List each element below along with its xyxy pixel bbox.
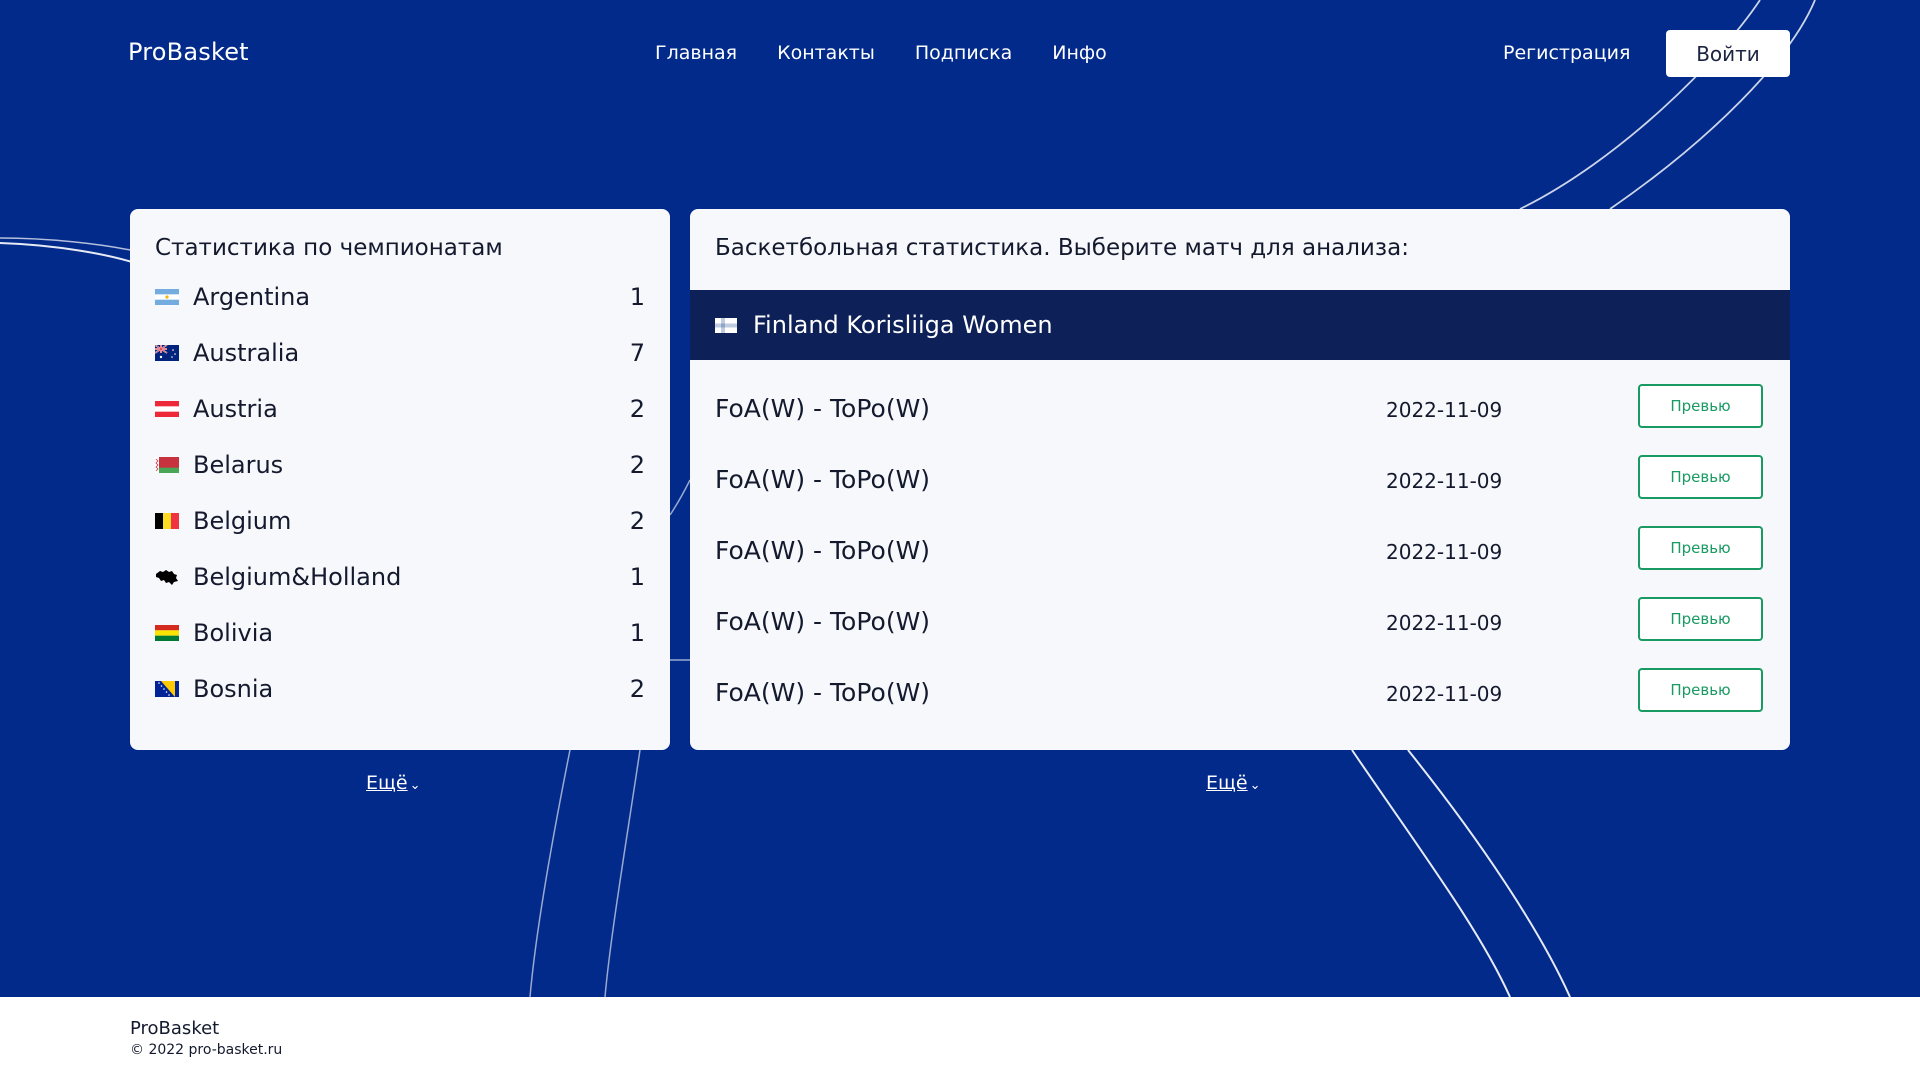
championship-count: 2 [629,507,645,535]
championship-item-belgium-holland[interactable]: Belgium&Holland 1 [155,549,645,605]
more-label: Ещё [366,772,408,794]
championship-count: 1 [629,563,645,591]
preview-button[interactable]: Превью [1638,597,1763,641]
match-teams: FoA(W) - ToPo(W) [715,394,931,423]
australia-flag-icon [154,344,179,361]
match-teams: FoA(W) - ToPo(W) [715,607,931,636]
belgium-flag-icon [155,513,179,529]
map-silhouette-icon [155,569,179,585]
match-row[interactable]: FoA(W) - ToPo(W) 2022-11-09 Превью [690,660,1790,731]
match-date: 2022-11-09 [1386,469,1503,493]
chevron-down-icon: ⌄ [1249,778,1261,793]
championship-count: 1 [629,283,645,311]
championships-card: Статистика по чемпионатам Argentina 1 Au… [130,209,670,750]
championships-title: Статистика по чемпионатам [155,235,503,261]
match-date: 2022-11-09 [1386,611,1503,635]
championship-name: Australia [193,339,300,367]
nav-link-info[interactable]: Инфо [1052,42,1107,64]
belarus-flag-icon [155,457,179,473]
argentina-flag-icon [155,289,179,305]
more-label: Ещё [1206,772,1248,794]
championships-list: Argentina 1 Australia 7 Austria 2 Belaru… [154,269,645,717]
match-row[interactable]: FoA(W) - ToPo(W) 2022-11-09 Превью [690,589,1790,660]
bolivia-flag-icon [155,625,179,641]
match-row[interactable]: FoA(W) - ToPo(W) 2022-11-09 Превью [690,518,1790,589]
nav-link-home[interactable]: Главная [655,42,737,64]
championship-item-bosnia[interactable]: Bosnia 2 [155,661,645,717]
match-date: 2022-11-09 [1386,682,1503,706]
matches-more-link[interactable]: Ещё ⌄ [1206,772,1261,794]
championship-count: 1 [629,619,645,647]
championship-name: Belgium [193,507,292,535]
preview-button[interactable]: Превью [1638,668,1763,712]
register-link[interactable]: Регистрация [1503,42,1630,64]
championship-name: Austria [193,395,278,423]
nav-link-contacts[interactable]: Контакты [777,42,875,64]
austria-flag-icon [155,401,179,417]
match-row[interactable]: FoA(W) - ToPo(W) 2022-11-09 Превью [690,376,1790,447]
championship-item-argentina[interactable]: Argentina 1 [155,269,645,325]
preview-button[interactable]: Превью [1638,384,1763,428]
preview-button[interactable]: Превью [1638,455,1763,499]
championship-item-belarus[interactable]: Belarus 2 [155,437,645,493]
footer-brand: ProBasket [130,1018,220,1039]
match-date: 2022-11-09 [1386,540,1503,564]
match-teams: FoA(W) - ToPo(W) [715,678,931,707]
championship-name: Bolivia [193,619,274,647]
championship-item-belgium[interactable]: Belgium 2 [155,493,645,549]
finland-flag-icon [715,317,737,333]
championship-name: Belarus [193,451,284,479]
main-nav: Главная Контакты Подписка Инфо [655,42,1107,64]
championship-item-bolivia[interactable]: Bolivia 1 [155,605,645,661]
match-date: 2022-11-09 [1386,398,1503,422]
match-teams: FoA(W) - ToPo(W) [715,536,931,565]
league-header[interactable]: Finland Korisliiga Women [690,290,1790,360]
chevron-down-icon: ⌄ [409,778,421,793]
match-row[interactable]: FoA(W) - ToPo(W) 2022-11-09 Превью [690,447,1790,518]
championship-count: 7 [629,339,645,367]
match-list: FoA(W) - ToPo(W) 2022-11-09 Превью FoA(W… [690,376,1790,731]
championship-count: 2 [629,675,645,703]
championship-item-austria[interactable]: Austria 2 [155,381,645,437]
bosnia-flag-icon [155,681,179,697]
match-teams: FoA(W) - ToPo(W) [715,465,931,494]
championships-more-link[interactable]: Ещё ⌄ [366,772,421,794]
footer-copyright: © 2022 pro-basket.ru [130,1042,283,1058]
championship-name: Argentina [193,283,311,311]
login-button[interactable]: Войти [1666,30,1790,77]
site-logo[interactable]: ProBasket [128,38,249,66]
championship-name: Bosnia [193,675,274,703]
nav-link-subscription[interactable]: Подписка [915,42,1012,64]
preview-button[interactable]: Превью [1638,526,1763,570]
championship-count: 2 [629,395,645,423]
matches-card: Баскетбольная статистика. Выберите матч … [690,209,1790,750]
matches-title: Баскетбольная статистика. Выберите матч … [715,235,1409,261]
championship-item-australia[interactable]: Australia 7 [154,325,645,381]
league-name: Finland Korisliiga Women [753,311,1053,339]
hero-section: ProBasket Главная Контакты Подписка Инфо… [0,0,1920,997]
championship-name: Belgium&Holland [193,563,402,591]
championship-count: 2 [629,451,645,479]
